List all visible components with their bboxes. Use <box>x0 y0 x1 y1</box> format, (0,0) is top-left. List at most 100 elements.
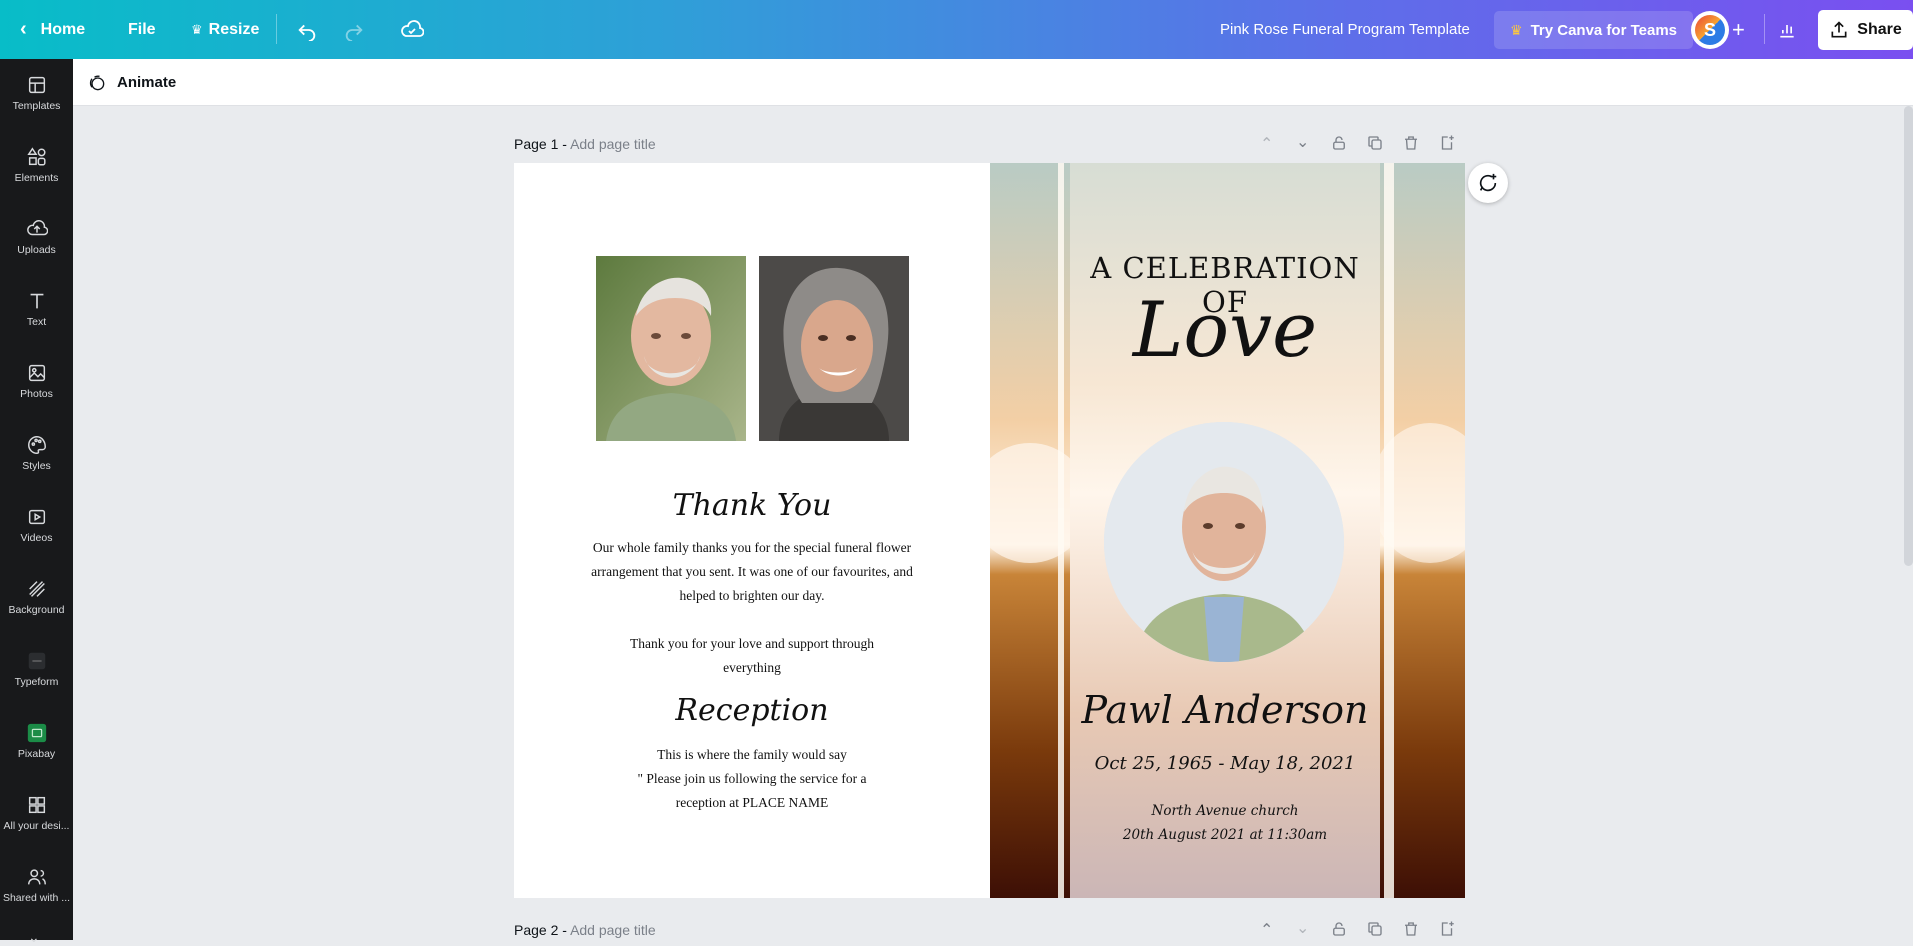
photo-man[interactable] <box>596 256 746 441</box>
delete-page-button[interactable] <box>1402 134 1420 157</box>
sidebar-item-typeform[interactable]: Typeform <box>0 635 73 703</box>
move-page-down-button[interactable]: ⌄ <box>1296 918 1309 938</box>
photo-man-image <box>596 256 746 441</box>
bar-chart-icon <box>1780 24 1794 37</box>
comment-plus-icon <box>1479 173 1497 192</box>
typeform-icon <box>28 652 45 670</box>
duplicate-icon <box>1368 136 1382 150</box>
move-page-down-button[interactable]: ⌄ <box>1296 132 1309 152</box>
animate-label: Animate <box>117 74 177 91</box>
text-line: " Please join us following the service f… <box>637 771 867 786</box>
lock-page-button[interactable] <box>1330 134 1348 157</box>
deceased-name[interactable]: Pawl Anderson <box>1070 688 1380 732</box>
service-time-text: 20th August 2021 at 11:30am <box>1122 827 1328 843</box>
top-bar: ‹ Home File ♛ Resize Pink Rose Funeral P… <box>0 0 1913 59</box>
duplicate-page-button[interactable] <box>1366 134 1384 157</box>
move-page-up-button[interactable]: ⌃ <box>1260 134 1273 154</box>
sidebar-item-label: Background <box>8 604 65 616</box>
home-button[interactable]: ‹ Home <box>20 0 85 59</box>
background-icon <box>28 581 45 597</box>
text-line: helped to brighten our day. <box>679 588 825 603</box>
text-line: This is where the family would say <box>657 747 847 762</box>
sidebar-item-label: Photos <box>20 388 53 400</box>
photos-icon <box>28 364 45 382</box>
reception-heading[interactable]: Reception <box>514 693 990 728</box>
sidebar-item-pixabay[interactable]: Pixabay <box>0 707 73 775</box>
sidebar-item-label: Styles <box>22 460 51 472</box>
sidebar-item-styles[interactable]: Styles <box>0 419 73 487</box>
move-page-up-button[interactable]: ⌃ <box>1260 920 1273 940</box>
sidebar-item-templates[interactable]: Templates <box>0 59 73 127</box>
sidebar-item-label: Pixabay <box>17 748 56 760</box>
portrait-photo[interactable] <box>1104 422 1344 662</box>
chevron-left-icon: ‹ <box>20 18 27 40</box>
uploads-icon <box>26 220 48 236</box>
resize-label: Resize <box>208 20 260 38</box>
page-1-canvas[interactable]: Thank You Our whole family thanks you fo… <box>514 163 1465 898</box>
service-details[interactable]: North Avenue church 20th August 2021 at … <box>1070 799 1380 847</box>
chevron-up-icon: ⌃ <box>1260 922 1274 939</box>
page-title-input[interactable]: Add page title <box>570 922 656 938</box>
sidebar-item-background[interactable]: Background <box>0 563 73 631</box>
avatar[interactable]: S <box>1691 11 1729 49</box>
more-icon[interactable]: ⌄ <box>28 929 40 946</box>
try-teams-label: Try Canva for Teams <box>1530 21 1678 39</box>
lock-icon <box>1333 922 1345 936</box>
vertical-scrollbar[interactable] <box>1904 106 1913 566</box>
sidebar-item-label: Text <box>26 316 47 328</box>
share-icon <box>1831 21 1847 38</box>
insights-button[interactable] <box>1777 0 1797 59</box>
try-teams-button[interactable]: ♛ Try Canva for Teams <box>1494 11 1694 49</box>
add-comment-button[interactable] <box>1468 163 1508 203</box>
trash-icon <box>1405 922 1417 936</box>
resize-button[interactable]: ♛ Resize <box>191 0 259 59</box>
avatar-letter: S <box>1695 15 1725 45</box>
thank-you-heading[interactable]: Thank You <box>514 488 990 523</box>
sidebar-item-shared[interactable]: Shared with ... <box>0 851 73 919</box>
page-title-input[interactable]: Add page title <box>570 136 656 152</box>
document-title[interactable]: Pink Rose Funeral Program Template <box>1220 0 1470 59</box>
all-designs-icon <box>28 796 45 814</box>
chevron-up-icon: ⌃ <box>1260 136 1274 153</box>
text-icon <box>30 293 43 309</box>
sidebar-item-uploads[interactable]: Uploads <box>0 203 73 271</box>
sidebar-item-label: Videos <box>20 532 53 544</box>
sidebar-item-label: All your desi... <box>3 820 70 832</box>
add-member-button[interactable]: + <box>1732 0 1745 59</box>
sidebar-item-label: Uploads <box>17 244 56 256</box>
portrait-image <box>1104 422 1344 662</box>
undo-button[interactable] <box>296 0 318 59</box>
file-menu[interactable]: File <box>128 0 156 59</box>
editor-toolbar: Animate <box>73 59 1913 106</box>
shared-icon <box>27 869 46 885</box>
sidebar-item-all-designs[interactable]: All your desi... <box>0 779 73 847</box>
cloud-check-icon <box>401 19 424 37</box>
animate-button[interactable]: Animate <box>87 59 176 106</box>
sidebar-item-label: Shared with ... <box>2 892 71 904</box>
redo-icon <box>345 24 363 41</box>
undo-icon <box>298 24 316 41</box>
love-heading[interactable]: Love <box>1070 285 1380 374</box>
divider <box>1764 14 1765 44</box>
sidebar-item-text[interactable]: Text <box>0 275 73 343</box>
sidebar-item-label: Typeform <box>14 676 59 688</box>
venue-text: North Avenue church <box>1151 803 1299 819</box>
reception-message[interactable]: This is where the family would say " Ple… <box>564 743 940 815</box>
add-page-button[interactable] <box>1438 134 1456 157</box>
plus-icon: + <box>1732 16 1745 42</box>
share-button[interactable]: Share <box>1818 10 1913 50</box>
sidebar-item-elements[interactable]: Elements <box>0 131 73 199</box>
thank-you-message[interactable]: Our whole family thanks you for the spec… <box>564 536 940 680</box>
animate-icon <box>89 75 105 90</box>
redo-button[interactable] <box>343 0 365 59</box>
cover-panel[interactable]: A CELEBRATION OF Love Pawl Anderson Oct … <box>990 163 1465 898</box>
photo-woman[interactable] <box>759 256 909 441</box>
page-2-label: Page 2 - Add page title <box>514 922 656 938</box>
life-dates[interactable]: Oct 25, 1965 - May 18, 2021 <box>1070 753 1380 774</box>
sidebar-item-photos[interactable]: Photos <box>0 347 73 415</box>
sidebar-item-videos[interactable]: Videos <box>0 491 73 559</box>
save-status-button[interactable] <box>400 0 424 59</box>
crown-icon: ♛ <box>1510 21 1523 38</box>
add-page-icon <box>1441 135 1454 150</box>
add-page-icon <box>1441 921 1454 936</box>
